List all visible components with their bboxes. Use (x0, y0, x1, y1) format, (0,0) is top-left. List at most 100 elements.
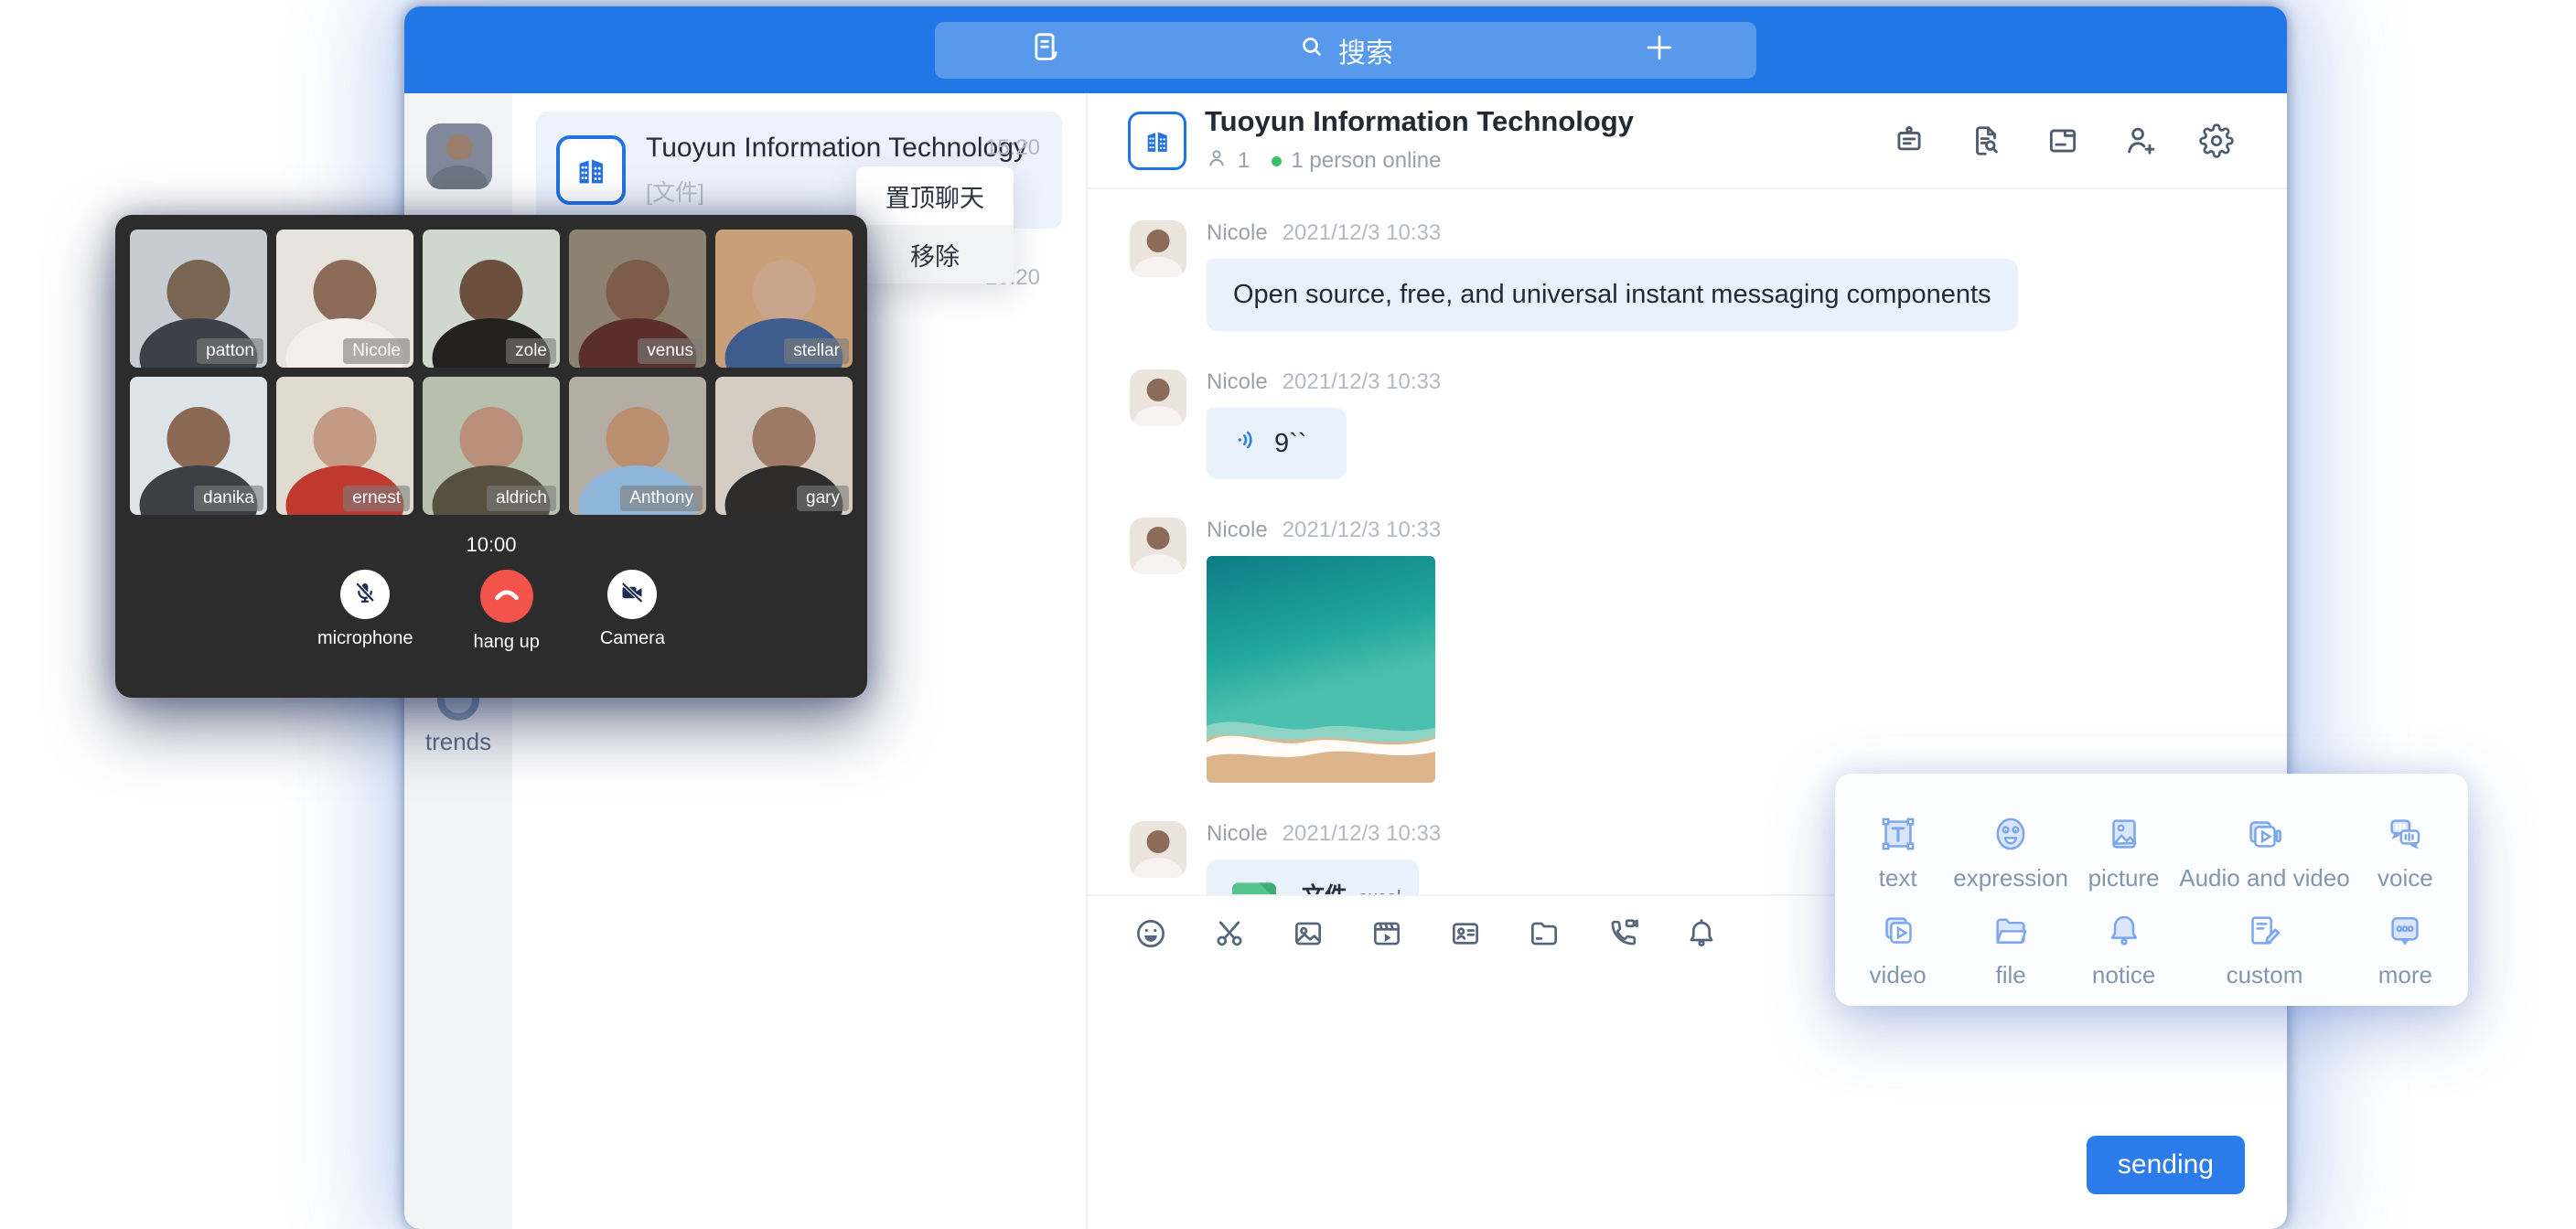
tool-label: picture (2088, 864, 2160, 892)
participant-name: Nicole (343, 338, 410, 364)
video-icon[interactable] (1369, 916, 1404, 951)
menu-item-pin-chat[interactable]: 置顶聊天 (856, 166, 1014, 225)
participant-tile: patton (130, 230, 267, 368)
image-message-thumbnail[interactable] (1207, 556, 1435, 783)
tool-audio-video[interactable]: Audio and video (2179, 796, 2349, 892)
tool-label: Audio and video (2179, 864, 2349, 892)
tool-label: more (2378, 961, 2432, 989)
message-text: Nicole 2021/12/3 10:33 Open source, free… (1130, 220, 2287, 331)
participant-tile: Anthony (569, 377, 706, 515)
participant-name: stellar (784, 338, 849, 364)
file-name: 文件.excel (1302, 883, 1401, 894)
organization-icon (1128, 112, 1186, 170)
participant-tile: danika (130, 377, 267, 515)
participant-tile: Nicole (276, 230, 413, 368)
text-message-bubble[interactable]: Open source, free, and universal instant… (1207, 259, 2018, 331)
microphone-toggle-button[interactable]: microphone (317, 570, 413, 653)
participant-name: danika (194, 486, 263, 511)
tool-picture[interactable]: picture (2068, 796, 2179, 892)
conversation-header: Tuoyun Information Technology 1 1 person… (1088, 93, 2287, 189)
participant-tile: gary (715, 377, 853, 515)
search-placeholder: 搜索 (1338, 30, 1393, 70)
participant-name: ernest (343, 486, 410, 511)
camera-toggle-button[interactable]: Camera (600, 570, 665, 653)
participant-name: patton (197, 338, 263, 364)
call-icon[interactable] (1605, 916, 1640, 951)
call-timer: 10:00 (130, 533, 853, 557)
file-info: 文件.excel 12.8M (1302, 878, 1401, 894)
voice-duration: 9`` (1274, 429, 1306, 459)
search-input[interactable]: 搜索 (1298, 30, 1393, 70)
conversation-titles: Tuoyun Information Technology 1 1 person… (1205, 105, 1892, 176)
search-icon (1298, 33, 1326, 68)
chat-context-menu: 置顶聊天 移除 (856, 166, 1014, 283)
online-dot (1272, 156, 1282, 166)
participant-name: zole (506, 338, 556, 364)
call-controls: microphone hang up (130, 570, 853, 653)
message-input-area[interactable]: sending (1088, 971, 2287, 1229)
file-tool-icon (1990, 910, 2032, 952)
more-tool-icon (2384, 910, 2426, 952)
picture-tool-icon (2103, 813, 2145, 855)
page: 搜索 trends (0, 0, 2576, 1229)
notice-tool-icon (2103, 910, 2145, 952)
add-button[interactable] (1643, 22, 1676, 79)
message-image: Nicole 2021/12/3 10:33 (1130, 518, 2287, 783)
tool-text[interactable]: text (1842, 796, 1953, 892)
send-button[interactable]: sending (2087, 1136, 2245, 1194)
emoji-icon[interactable] (1133, 916, 1168, 951)
message-sender: Nicole (1207, 220, 1268, 246)
menu-item-remove[interactable]: 移除 (856, 225, 1014, 283)
participant-name: gary (797, 486, 849, 511)
hang-up-button[interactable]: hang up (474, 570, 540, 653)
sender-avatar[interactable] (1130, 220, 1186, 277)
sender-avatar[interactable] (1130, 369, 1186, 426)
chat-item-title: Tuoyun Information Technology (646, 133, 1042, 164)
message-sender: Nicole (1207, 369, 1268, 395)
tool-voice[interactable]: voice (2350, 796, 2461, 892)
participant-tile: ernest (276, 377, 413, 515)
tool-video[interactable]: video (1842, 892, 1953, 989)
tool-notice[interactable]: notice (2068, 892, 2179, 989)
tool-custom[interactable]: custom (2179, 892, 2349, 989)
voice-wave-icon (1232, 426, 1260, 461)
file-message-bubble[interactable]: 文件.excel 12.8M (1207, 860, 1419, 894)
member-count: 1 (1238, 148, 1250, 174)
microphone-label: microphone (317, 628, 413, 649)
tool-label: file (1995, 961, 2025, 989)
sender-avatar[interactable] (1130, 821, 1186, 878)
tool-expression[interactable]: expression (1953, 796, 2068, 892)
call-log-button[interactable] (1026, 22, 1063, 79)
camera-label: Camera (600, 628, 665, 649)
message-timestamp: 2021/12/3 10:33 (1283, 220, 1442, 246)
participant-tile: aldrich (423, 377, 560, 515)
notification-bell-icon[interactable] (1684, 916, 1719, 951)
participant-grid: patton Nicole zole venus stellar danika … (130, 230, 853, 515)
add-member-icon[interactable] (2122, 123, 2157, 158)
tool-more[interactable]: more (2350, 892, 2461, 989)
folder-icon[interactable] (1527, 916, 1562, 951)
group-profile-icon[interactable] (1892, 123, 1927, 158)
trends-label: trends (404, 728, 512, 756)
tool-label: voice (2377, 864, 2433, 892)
conversation-subtitle: 1 1 person online (1205, 146, 1892, 176)
conversation-actions (1892, 123, 2234, 158)
contact-card-icon[interactable] (1448, 916, 1483, 951)
participant-name: aldrich (487, 486, 556, 511)
excel-file-icon (1225, 878, 1283, 894)
screenshot-scissors-icon[interactable] (1212, 916, 1247, 951)
chat-history-search-icon[interactable] (1969, 123, 2003, 158)
text-tool-icon (1877, 813, 1919, 855)
image-icon[interactable] (1291, 916, 1326, 951)
hang-up-icon (491, 579, 522, 614)
search-bar[interactable]: 搜索 (935, 22, 1756, 79)
participant-tile: zole (423, 230, 560, 368)
file-extension: .excel (1353, 888, 1401, 894)
group-files-icon[interactable] (2045, 123, 2080, 158)
tool-file[interactable]: file (1953, 892, 2068, 989)
settings-gear-icon[interactable] (2199, 123, 2234, 158)
user-avatar[interactable] (426, 123, 492, 189)
sender-avatar[interactable] (1130, 518, 1186, 574)
participant-name: venus (638, 338, 703, 364)
voice-message-bubble[interactable]: 9`` (1207, 408, 1347, 479)
